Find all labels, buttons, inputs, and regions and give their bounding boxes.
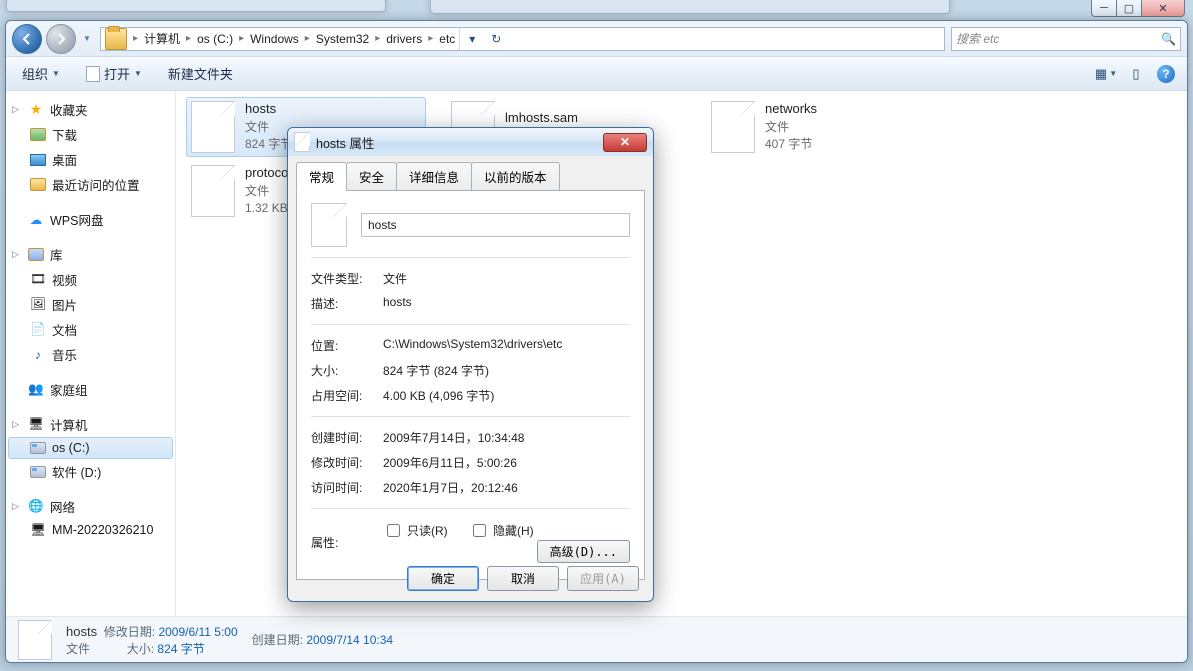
tree-homegroup[interactable]: 👥家庭组 — [8, 377, 173, 402]
apply-button[interactable]: 应用(A) — [567, 566, 639, 591]
filename-field[interactable]: hosts — [361, 213, 630, 237]
search-box[interactable]: 搜索 etc 🔍 — [951, 27, 1181, 51]
file-icon — [294, 132, 310, 152]
tree-documents[interactable]: 📄文档 — [8, 317, 173, 342]
cancel-button[interactable]: 取消 — [487, 566, 559, 591]
command-bar: 组织 ▼ 打开 ▼ 新建文件夹 ▦ ▼ ▯ ? — [6, 57, 1187, 91]
file-icon — [18, 620, 52, 660]
folder-icon — [105, 28, 127, 50]
ok-button[interactable]: 确定 — [407, 566, 479, 591]
prop-filetype: 文件 — [383, 270, 630, 287]
open-button[interactable]: 打开 ▼ — [80, 60, 148, 87]
maximize-button[interactable]: ▢ — [1116, 0, 1142, 17]
window-controls: ─ ▢ ✕ — [1092, 0, 1185, 17]
refresh-button[interactable]: ↻ — [484, 28, 508, 50]
advanced-button[interactable]: 高级(D)... — [537, 540, 630, 563]
tab-previous[interactable]: 以前的版本 — [471, 162, 560, 190]
view-button[interactable]: ▦ ▼ — [1095, 63, 1117, 85]
dialog-close-button[interactable]: ✕ — [603, 133, 647, 152]
status-bar: hosts 修改日期: 2009/6/11 5:00 文件 大小: 824 字节… — [6, 616, 1187, 662]
forward-button[interactable] — [46, 24, 76, 54]
tree-drive-d[interactable]: 软件 (D:) — [8, 459, 173, 484]
search-placeholder: 搜索 etc — [956, 30, 999, 47]
prop-modified: 2009年6月11日，5:00:26 — [383, 454, 630, 471]
tree-drive-c[interactable]: os (C:) — [8, 437, 173, 459]
tree-recent[interactable]: 最近访问的位置 — [8, 172, 173, 197]
address-bar[interactable]: ▸ 计算机▸ os (C:)▸ Windows▸ System32▸ drive… — [100, 27, 945, 51]
prop-location: C:\Windows\System32\drivers\etc — [383, 337, 630, 354]
file-networks[interactable]: networks文件407 字节 — [706, 97, 946, 157]
file-icon — [711, 101, 755, 153]
back-button[interactable] — [12, 24, 42, 54]
star-icon: ★ — [28, 102, 44, 118]
tree-libraries[interactable]: ▷库 — [8, 242, 173, 267]
history-dropdown[interactable]: ▼ — [80, 34, 94, 43]
tree-desktop[interactable]: 桌面 — [8, 147, 173, 172]
crumb-windows[interactable]: Windows — [246, 32, 303, 46]
help-icon: ? — [1157, 65, 1175, 83]
help-button[interactable]: ? — [1155, 63, 1177, 85]
tab-details[interactable]: 详细信息 — [396, 162, 472, 190]
navigation-tree: ▷★收藏夹 下载 桌面 最近访问的位置 ☁WPS网盘 ▷库 🎞视频 🖼图片 📄文… — [6, 91, 176, 616]
tree-downloads[interactable]: 下载 — [8, 122, 173, 147]
properties-dialog: hosts 属性 ✕ 常规 安全 详细信息 以前的版本 hosts 文件类型:文… — [287, 127, 654, 602]
crumb-etc[interactable]: etc — [435, 32, 459, 46]
dialog-body: hosts 文件类型:文件 描述:hosts 位置:C:\Windows\Sys… — [296, 190, 645, 580]
tree-music[interactable]: ♪音乐 — [8, 342, 173, 367]
crumb-computer[interactable]: 计算机 — [140, 30, 184, 47]
tree-favorites[interactable]: ▷★收藏夹 — [8, 97, 173, 122]
preview-pane-button[interactable]: ▯ — [1125, 63, 1147, 85]
close-button[interactable]: ✕ — [1141, 0, 1185, 17]
tree-videos[interactable]: 🎞视频 — [8, 267, 173, 292]
new-folder-button[interactable]: 新建文件夹 — [162, 60, 239, 87]
readonly-checkbox[interactable]: 只读(R) — [383, 521, 448, 540]
prop-accessed: 2020年1月7日，20:12:46 — [383, 479, 630, 496]
tree-computer[interactable]: ▷🖥计算机 — [8, 412, 173, 437]
file-icon — [191, 165, 235, 217]
crumb-drive[interactable]: os (C:) — [193, 32, 237, 46]
organize-button[interactable]: 组织 ▼ — [16, 60, 66, 87]
tab-general[interactable]: 常规 — [296, 162, 347, 191]
tab-security[interactable]: 安全 — [346, 162, 397, 190]
dialog-title: hosts 属性 — [316, 133, 374, 152]
tree-network[interactable]: ▷🌐网络 — [8, 494, 173, 519]
prop-created: 2009年7月14日，10:34:48 — [383, 429, 630, 446]
tree-pictures[interactable]: 🖼图片 — [8, 292, 173, 317]
address-dropdown[interactable]: ▾ — [460, 28, 484, 50]
hidden-checkbox[interactable]: 隐藏(H) — [469, 521, 534, 540]
tree-wps[interactable]: ☁WPS网盘 — [8, 207, 173, 232]
file-icon — [311, 203, 347, 247]
tree-network-pc[interactable]: 🖥MM-20220326210 — [8, 519, 173, 541]
navigation-bar: ▼ ▸ 计算机▸ os (C:)▸ Windows▸ System32▸ dri… — [6, 21, 1187, 57]
prop-size: 824 字节 (824 字节) — [383, 362, 630, 379]
prop-description: hosts — [383, 295, 630, 312]
dialog-tabs: 常规 安全 详细信息 以前的版本 — [288, 156, 653, 190]
minimize-button[interactable]: ─ — [1091, 0, 1117, 17]
dialog-titlebar[interactable]: hosts 属性 ✕ — [288, 128, 653, 156]
crumb-drivers[interactable]: drivers — [382, 32, 426, 46]
prop-size-on-disk: 4.00 KB (4,096 字节) — [383, 387, 630, 404]
search-icon[interactable]: 🔍 — [1161, 32, 1176, 46]
crumb-system32[interactable]: System32 — [312, 32, 373, 46]
file-icon — [191, 101, 235, 153]
status-filename: hosts — [66, 624, 97, 639]
